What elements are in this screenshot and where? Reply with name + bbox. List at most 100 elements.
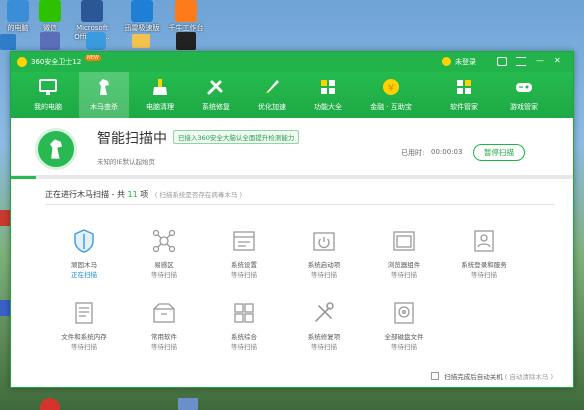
power-icon: [313, 232, 335, 251]
scan-count-suffix: 项: [140, 190, 149, 199]
scan-title: 智能扫描中: [97, 131, 167, 147]
elapsed-label: 已用时:: [401, 149, 425, 157]
scan-summary: 正在进行木马扫描 - 共 11 项 ( 扫描系统是否存在病毒木马 ): [45, 189, 555, 205]
broom-icon: [153, 79, 167, 95]
desktop-icon[interactable]: [178, 398, 198, 410]
wechat-icon: [39, 0, 61, 22]
xunlei-icon: [131, 0, 153, 22]
scan-count: 11: [127, 190, 138, 199]
desktop-icon[interactable]: [0, 34, 16, 50]
scan-progress-bar: [11, 176, 573, 179]
tool-my-computer[interactable]: 我的电脑: [23, 72, 73, 118]
grid-icon: [321, 80, 335, 94]
desktop-icon[interactable]: [40, 398, 60, 410]
gamepad-icon: [516, 83, 532, 92]
tool-all-features[interactable]: 功能大全: [303, 72, 353, 118]
tool-system-repair[interactable]: 系统修复: [191, 72, 241, 118]
scan-item-common-software: 常用软件 等待扫描: [124, 300, 204, 352]
scan-item-browser: 浏览器组件 等待扫描: [364, 228, 444, 280]
scan-item-stubborn-trojan: 顽固木马 正在扫描: [44, 228, 124, 280]
network-icon: [152, 229, 176, 253]
tool-optimize[interactable]: 优化加速: [247, 72, 297, 118]
scan-item-status: 正在扫描: [71, 271, 97, 279]
desktop-bottom-area: [0, 392, 584, 410]
scan-item-status: 等待扫描: [391, 271, 417, 279]
main-toolbar: 我的电脑 木马查杀 电脑清理 系统修复 优化加速 功能大全 ¥ 金融 · 互助宝: [11, 72, 573, 118]
svg-text:¥: ¥: [388, 83, 394, 94]
scan-item-status: 等待扫描: [471, 271, 497, 279]
folder-icon[interactable]: [132, 34, 150, 48]
app-window: 360安全卫士12 NEW 未登录 — ✕ 我的电脑 木马查杀 电脑清理 系统修…: [10, 51, 574, 388]
user-avatar-icon[interactable]: [442, 57, 451, 66]
scan-item-status: 等待扫描: [231, 343, 257, 351]
auto-shutdown-option[interactable]: 扫描完成后自动关机 ( 自动清除木马 ): [431, 371, 553, 381]
app-logo-icon: [17, 57, 27, 67]
scan-item-system-repair: 系统修复项 等待扫描: [284, 300, 364, 352]
scan-item-status: 等待扫描: [231, 271, 257, 279]
desktop-icon[interactable]: [86, 32, 106, 50]
apps-icon: [457, 80, 471, 94]
monitor-icon: [39, 79, 57, 95]
tool-label: 木马查杀: [90, 103, 118, 111]
scan-hint: ( 扫描系统是否存在病毒木马 ): [154, 191, 243, 199]
scan-item-name: 易感区: [154, 261, 174, 269]
auto-shutdown-note: ( 自动清除木马 ): [504, 373, 553, 381]
menu-icon[interactable]: [516, 57, 526, 66]
login-link[interactable]: 未登录: [455, 57, 476, 67]
tool-label: 金融 · 互助宝: [370, 103, 412, 111]
scan-item-status: 等待扫描: [151, 271, 177, 279]
pause-scan-button[interactable]: 暂停扫描: [473, 144, 525, 161]
scan-item-name: 浏览器组件: [387, 261, 421, 269]
minimize-button[interactable]: —: [536, 56, 544, 65]
word-icon: [81, 0, 103, 22]
document-icon: [75, 302, 93, 324]
scan-item-status: 等待扫描: [311, 271, 337, 279]
scan-item-all-disk-files: 全部磁盘文件 等待扫描: [364, 300, 444, 352]
elapsed-value: 00:00:03: [431, 148, 463, 156]
qianniu-icon: [175, 0, 197, 22]
scan-item-name: 系统修复项: [307, 333, 341, 341]
user-card-icon: [474, 230, 494, 252]
scan-item-name: 系统综合: [231, 333, 257, 341]
desktop-icon[interactable]: [176, 32, 196, 50]
auto-shutdown-checkbox[interactable]: [431, 372, 440, 380]
tools-icon: [315, 302, 334, 322]
scan-item-files-memory: 文件和系统内存 等待扫描: [44, 300, 124, 352]
scan-item-status: 等待扫描: [71, 343, 97, 351]
new-badge: NEW: [85, 55, 101, 61]
tool-game-manager[interactable]: 游戏管家: [499, 72, 549, 118]
coin-icon: ¥: [383, 79, 399, 95]
desktop-icon[interactable]: [0, 210, 10, 226]
rocket-icon: [265, 80, 279, 94]
browser-icon: [393, 231, 415, 251]
tool-software-manager[interactable]: 软件管家: [439, 72, 489, 118]
scan-item-name: 系统启动项: [307, 261, 341, 269]
scan-item-startup: 系统启动项 等待扫描: [284, 228, 364, 280]
tool-label: 软件管家: [450, 103, 478, 111]
skin-icon[interactable]: [497, 57, 507, 66]
scan-current-target: 未知的IE默认起始页: [97, 158, 156, 166]
tool-label: 优化加速: [258, 103, 286, 111]
disk-icon: [394, 302, 414, 324]
tool-trojan-scan[interactable]: 木马查杀: [79, 72, 129, 118]
close-button[interactable]: ✕: [554, 56, 561, 65]
scan-item-name: 顽固木马: [71, 261, 97, 269]
scan-item-system-general: 系统综合 等待扫描: [204, 300, 284, 352]
tool-label: 电脑清理: [146, 103, 174, 111]
tool-finance[interactable]: ¥ 金融 · 互助宝: [362, 72, 420, 118]
desktop-icon[interactable]: [0, 300, 10, 316]
scan-item-name: 全部磁盘文件: [384, 333, 424, 341]
scan-item-status: 等待扫描: [151, 343, 177, 351]
scan-item-vulnerable-area: 易感区 等待扫描: [124, 228, 204, 280]
settings-icon: [233, 231, 255, 251]
title-bar: 360安全卫士12 NEW 未登录 — ✕: [11, 52, 573, 72]
desktop-icon[interactable]: [40, 32, 60, 50]
scan-status-panel: 智能扫描中 已接入360安全大脑认全面提升检测能力 未知的IE默认起始页 已用时…: [11, 118, 573, 176]
desktop-icon-qianniu[interactable]: 千牛工作台: [160, 0, 212, 33]
scan-summary-text: 正在进行木马扫描 - 共: [45, 190, 125, 199]
scan-item-name: 文件和系统内存: [61, 333, 107, 341]
window-title: 360安全卫士12: [31, 58, 82, 66]
tool-cleanup[interactable]: 电脑清理: [135, 72, 185, 118]
scan-item-login-services: 系统登录和服务 等待扫描: [444, 228, 524, 280]
trojan-horse-logo-icon: [35, 128, 77, 170]
